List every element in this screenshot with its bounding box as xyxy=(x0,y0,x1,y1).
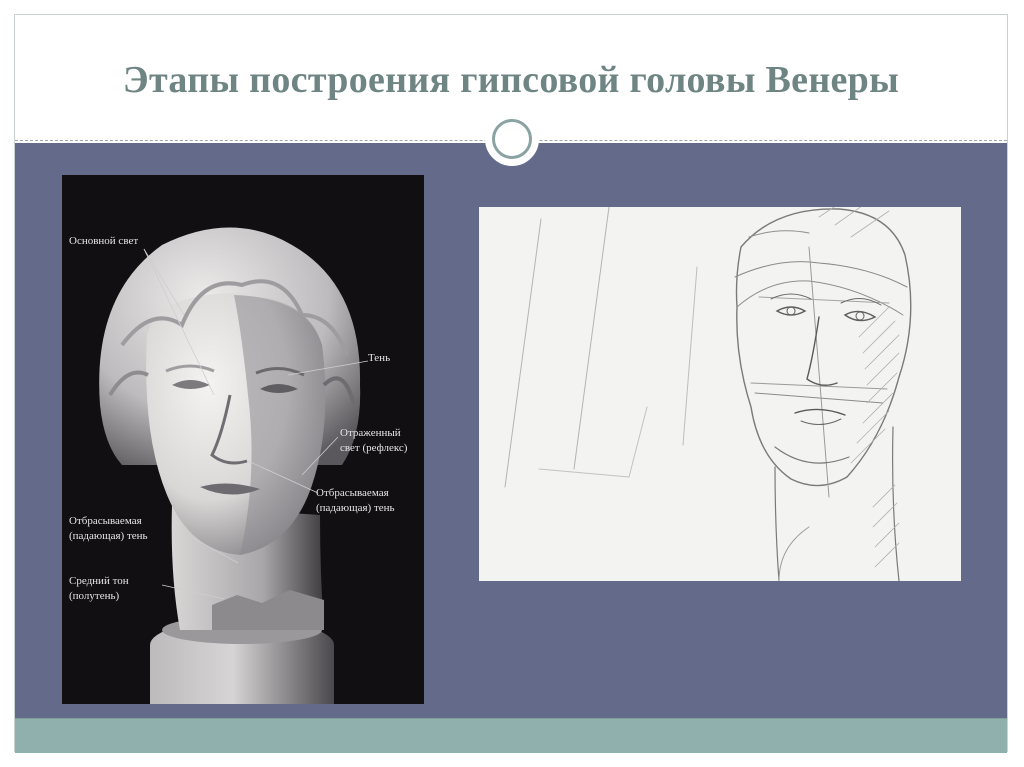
label-main-light: Основной свет xyxy=(69,235,139,247)
footer-band xyxy=(15,718,1007,753)
label-reflected-light: Отраженный свет (рефлекс) xyxy=(340,427,408,454)
plaster-head-photo: Основной свет Тень Отраженный свет (рефл… xyxy=(62,175,424,704)
label-shadow: Тень xyxy=(368,352,391,364)
label-cast-shadow-right: Отбрасываемая (падающая) тень xyxy=(316,487,395,514)
label-midtone: Средний тон (полутень) xyxy=(69,575,129,602)
circle-ornament-icon xyxy=(485,112,539,166)
ornament-ring xyxy=(492,119,532,159)
slide-title: Этапы построения гипсовой головы Венеры xyxy=(122,59,900,101)
pencil-sketch xyxy=(479,207,961,581)
head-construction-sketch xyxy=(504,207,912,581)
label-cast-shadow-left: Отбрасываемая (падающая) тень xyxy=(69,515,148,542)
